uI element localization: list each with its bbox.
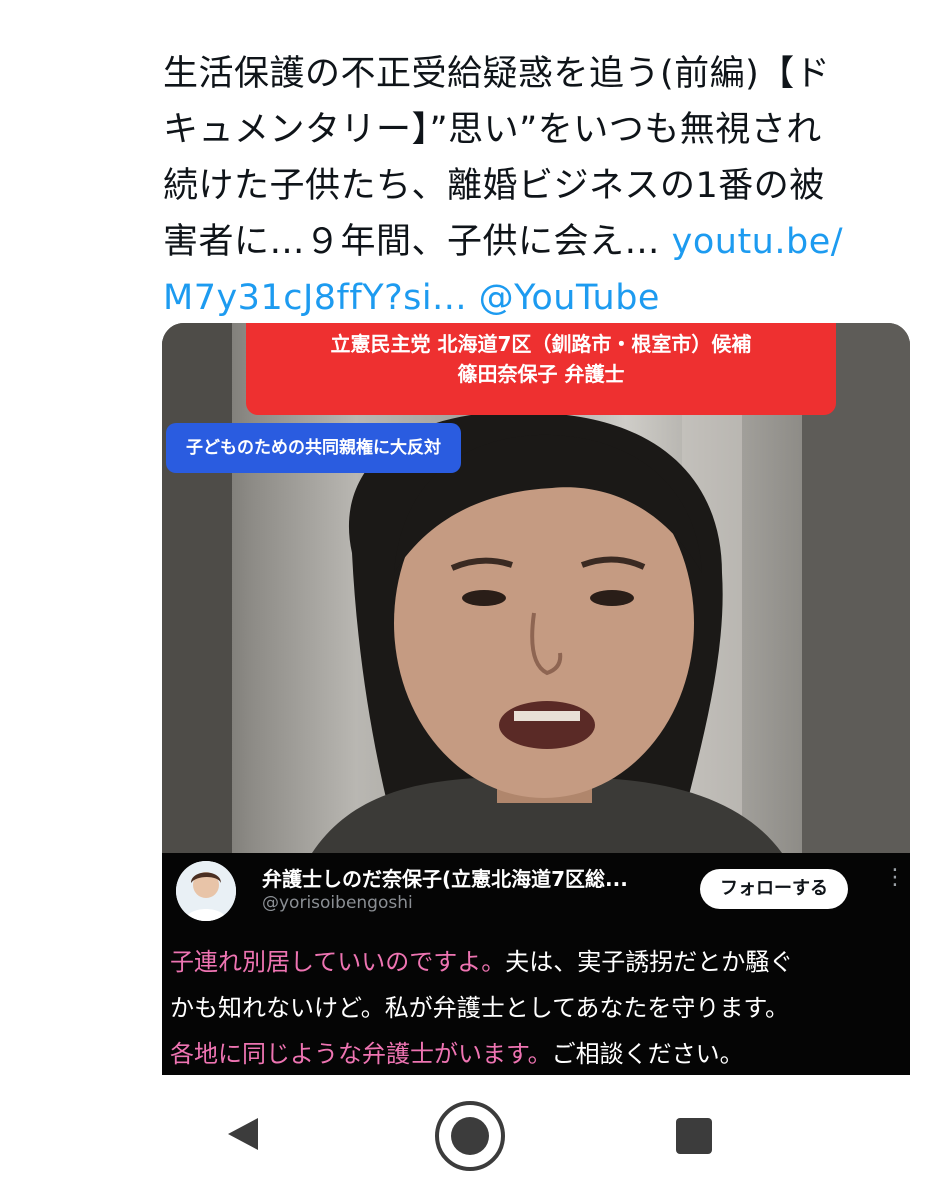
candidate-banner: 立憲民主党 北海道7区（釧路市・根室市）候補 篠田奈保子 弁護士	[246, 323, 836, 415]
android-navigation-bar	[0, 1090, 941, 1200]
avatar[interactable]	[176, 861, 236, 921]
tweet-text: 生活保護の不正受給疑惑を追う(前編)【ド キュメンタリー】”思い”をいつも無視され…	[163, 46, 923, 326]
post-line-1-white: 夫は、実子誘拐だとか騒ぐ	[505, 948, 794, 976]
post-body: 子連れ別居していいのですよ。夫は、実子誘拐だとか騒ぐ かも知れないけど。私が弁護…	[170, 939, 906, 1075]
tweet-text-line2: キュメンタリー】”思い”をいつも無視され	[163, 110, 822, 150]
circle-home-icon[interactable]	[432, 1098, 508, 1174]
square-recents-icon[interactable]	[674, 1116, 714, 1156]
post-line-3: 各地に同じような弁護士がいます。ご相談ください。	[170, 1031, 906, 1075]
more-options-icon[interactable]: ⋮	[884, 867, 906, 907]
youtube-link-part2[interactable]: M7y31cJ8ffY?si...	[163, 278, 467, 318]
tweet-text-line3: 続けた子供たち、離婚ビジネスの1番の被	[163, 166, 825, 206]
candidate-banner-line2: 篠田奈保子 弁護士	[457, 362, 625, 386]
triangle-back-icon[interactable]	[222, 1112, 266, 1156]
opposition-banner: 子どものための共同親権に大反対	[166, 423, 461, 473]
follow-button[interactable]: フォローする	[700, 869, 848, 909]
youtube-mention-link[interactable]: @YouTube	[479, 278, 660, 318]
youtube-link-part1[interactable]: youtu.be/	[672, 222, 843, 262]
tweet-text-line4: 害者に…９年間、子供に会え…	[163, 222, 672, 262]
display-name[interactable]: 弁護士しのだ奈保子(立憲北海道7区総...	[262, 863, 692, 892]
embedded-post: 弁護士しのだ奈保子(立憲北海道7区総... @yorisoibengoshi フ…	[162, 853, 910, 1075]
candidate-banner-line1: 立憲民主党 北海道7区（釧路市・根室市）候補	[330, 332, 752, 356]
post-line-3-pink: 各地に同じような弁護士がいます。	[170, 1040, 552, 1068]
tweet-text-line1: 生活保護の不正受給疑惑を追う(前編)【ド	[163, 54, 831, 94]
woman-photo: 立憲民主党 北海道7区（釧路市・根室市）候補 篠田奈保子 弁護士 子どものための…	[162, 323, 910, 853]
post-line-1: 子連れ別居していいのですよ。夫は、実子誘拐だとか騒ぐ	[170, 939, 906, 985]
tweet-media-image[interactable]: 立憲民主党 北海道7区（釧路市・根室市）候補 篠田奈保子 弁護士 子どものための…	[162, 323, 910, 1075]
post-line-3-white: ご相談ください。	[551, 1040, 744, 1068]
post-line-2: かも知れないけど。私が弁護士としてあなたを守ります。	[170, 994, 789, 1022]
avatar-image	[176, 861, 236, 921]
post-line-1-pink: 子連れ別居していいのですよ。	[170, 948, 506, 976]
user-handle[interactable]: @yorisoibengoshi	[262, 893, 413, 913]
